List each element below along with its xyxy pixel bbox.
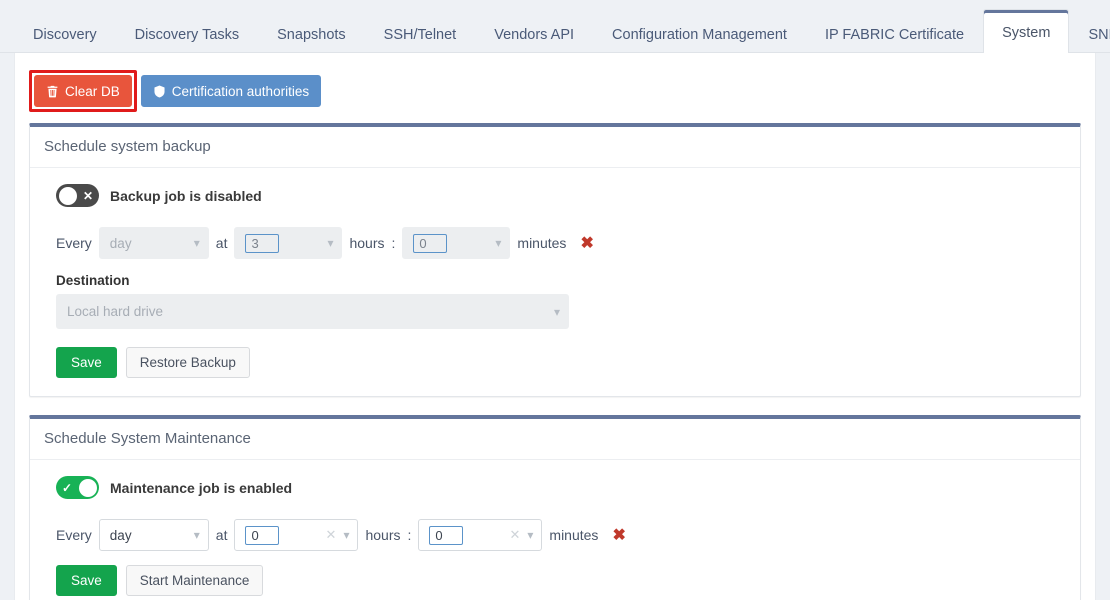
clear-db-label: Clear DB	[65, 83, 120, 99]
backup-toggle-label: Backup job is disabled	[110, 187, 262, 204]
tab-discovery-tasks[interactable]: Discovery Tasks	[116, 15, 258, 53]
tab-ip-fabric-certificate[interactable]: IP FABRIC Certificate	[806, 15, 983, 53]
maintenance-job-toggle[interactable]: ✓	[56, 476, 99, 499]
trash-icon	[46, 85, 59, 98]
backup-every-label: Every	[56, 235, 92, 251]
certification-authorities-button[interactable]: Certification authorities	[140, 75, 322, 107]
backup-panel-body: ✕ Backup job is disabled Every day ▾ at …	[30, 168, 1080, 396]
maintenance-panel-title: Schedule System Maintenance	[30, 419, 1080, 460]
backup-actions: Save Restore Backup	[56, 347, 1066, 378]
chevron-down-icon: ▾	[193, 236, 200, 250]
tab-vendors-api[interactable]: Vendors API	[475, 15, 593, 53]
maintenance-panel-body: ✓ Maintenance job is enabled Every day ▾…	[30, 460, 1080, 600]
clear-x-icon[interactable]: ✕	[326, 527, 337, 543]
certification-authorities-label: Certification authorities	[171, 83, 310, 99]
backup-minutes-select[interactable]: 0 ▾	[402, 227, 511, 259]
chevron-down-icon: ▾	[553, 304, 560, 319]
backup-minutes-label: minutes	[517, 235, 567, 251]
maintenance-interval-select[interactable]: day ▾	[98, 519, 209, 551]
backup-destination-value: Local hard drive	[67, 304, 164, 319]
maintenance-schedule-row: Every day ▾ at 0 ✕ ▾ hours : 0 ✕ ▾ minut…	[56, 519, 1066, 551]
toggle-knob	[58, 186, 77, 205]
shield-icon	[153, 84, 166, 98]
maintenance-minutes-label: minutes	[549, 527, 599, 543]
backup-hours-label: hours	[349, 235, 385, 251]
toggle-on-check-icon: ✓	[62, 480, 73, 495]
tab-configuration-management[interactable]: Configuration Management	[593, 15, 806, 53]
schedule-system-maintenance-panel: Schedule System Maintenance ✓ Maintenanc…	[29, 415, 1081, 600]
chevron-down-icon: ▾	[527, 528, 534, 542]
backup-toggle-row: ✕ Backup job is disabled	[56, 184, 1066, 207]
maintenance-minutes-select[interactable]: 0 ✕ ▾	[418, 519, 543, 551]
backup-destination-select[interactable]: Local hard drive ▾	[56, 294, 569, 329]
backup-delete-schedule-icon[interactable]: ✖	[580, 233, 593, 253]
maintenance-save-button[interactable]: Save	[56, 565, 117, 596]
backup-interval-value: day	[109, 235, 132, 251]
tab-snapshots[interactable]: Snapshots	[258, 15, 365, 53]
chevron-down-icon: ▾	[495, 236, 502, 250]
system-settings-page: Clear DB Certification authorities Sched…	[14, 53, 1096, 600]
maintenance-at-label: at	[215, 527, 228, 543]
backup-destination-block: Destination Local hard drive ▾	[56, 273, 1066, 329]
maintenance-hours-select[interactable]: 0 ✕ ▾	[234, 519, 359, 551]
backup-at-label: at	[215, 235, 228, 251]
backup-hours-value: 3	[245, 233, 280, 253]
maintenance-minutes-value: 0	[429, 525, 464, 545]
maintenance-hours-value: 0	[245, 525, 280, 545]
main-tab-bar: Discovery Discovery Tasks Snapshots SSH/…	[0, 0, 1110, 53]
chevron-down-icon: ▾	[343, 528, 350, 542]
backup-save-button[interactable]: Save	[56, 347, 117, 378]
maintenance-hours-label: hours	[365, 527, 401, 543]
toggle-off-x-icon: ✕	[82, 188, 93, 203]
maintenance-every-label: Every	[56, 527, 92, 543]
maintenance-toggle-label: Maintenance job is enabled	[110, 479, 293, 496]
backup-interval-select[interactable]: day ▾	[98, 227, 209, 259]
maintenance-toggle-row: ✓ Maintenance job is enabled	[56, 476, 1066, 499]
backup-schedule-row: Every day ▾ at 3 ▾ hours : 0 ▾ minutes ✖	[56, 227, 1066, 259]
backup-destination-label: Destination	[56, 273, 130, 288]
clear-db-button[interactable]: Clear DB	[34, 75, 132, 107]
clear-db-highlight-box: Clear DB	[29, 70, 137, 112]
chevron-down-icon: ▾	[193, 528, 200, 542]
backup-panel-title: Schedule system backup	[30, 127, 1080, 168]
toggle-knob	[78, 478, 97, 497]
tab-ssh-telnet[interactable]: SSH/Telnet	[365, 15, 476, 53]
tab-discovery[interactable]: Discovery	[14, 15, 116, 53]
backup-job-toggle[interactable]: ✕	[56, 184, 99, 207]
tab-system[interactable]: System	[983, 9, 1070, 53]
maintenance-delete-schedule-icon[interactable]: ✖	[612, 525, 625, 545]
backup-colon-separator: :	[391, 235, 396, 251]
chevron-down-icon: ▾	[327, 236, 334, 250]
clear-x-icon[interactable]: ✕	[509, 527, 520, 543]
restore-backup-button[interactable]: Restore Backup	[125, 347, 250, 378]
maintenance-interval-value: day	[109, 527, 132, 543]
start-maintenance-button[interactable]: Start Maintenance	[125, 565, 264, 596]
backup-hours-select[interactable]: 3 ▾	[234, 227, 343, 259]
tab-snmp[interactable]: SNMP	[1069, 15, 1110, 53]
backup-minutes-value: 0	[413, 233, 448, 253]
schedule-system-backup-panel: Schedule system backup ✕ Backup job is d…	[29, 123, 1081, 397]
maintenance-actions: Save Start Maintenance	[56, 565, 1066, 596]
page-toolbar: Clear DB Certification authorities	[15, 67, 1095, 115]
maintenance-colon-separator: :	[407, 527, 412, 543]
